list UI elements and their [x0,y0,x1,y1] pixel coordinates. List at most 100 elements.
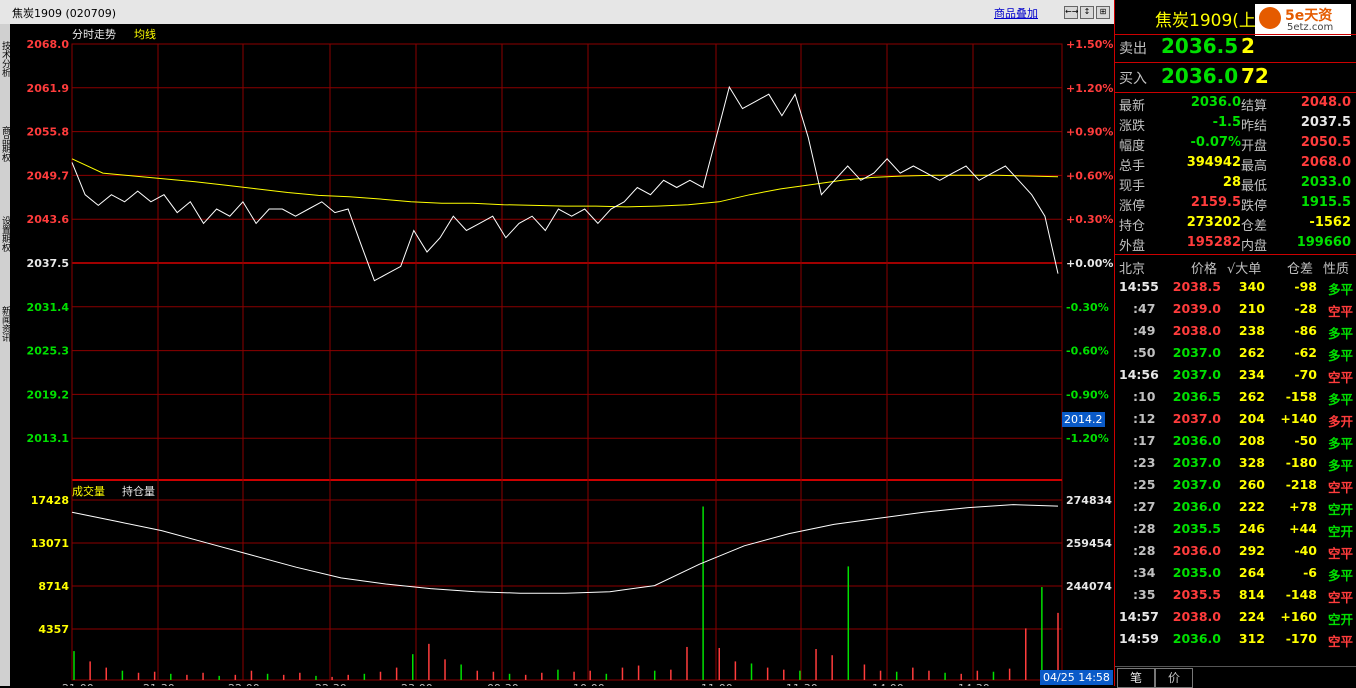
price-tick-label: 2013.1 [27,432,69,445]
stat-value: -0.07% [1190,135,1242,150]
tick-time: :23 [1133,455,1156,470]
time-tick-label: 10:00 [573,682,605,686]
price-tick-label: 2025.3 [27,345,69,358]
tick-price: 2037.0 [1172,477,1221,492]
stat-value: 2048.0 [1300,95,1351,110]
tick-row: 14:57 2038.0 224 +160 空开 [1115,606,1356,628]
tick-nature: 空平 [1327,370,1353,385]
tick-price: 2036.0 [1172,433,1221,448]
tick-oi-diff: +160 [1280,609,1317,624]
tab-news[interactable]: 新闻资讯 [0,284,10,364]
stat-row: 涨停 2159.5 跌停 1915.5 [1115,193,1356,214]
stat-label: 昨结 [1241,119,1268,134]
tick-volume: 814 [1238,587,1265,602]
quote-stats: 最新 2036.0 结算 2048.0 涨跌 -1.5 昨结 2037.5 幅度 -0.07% 开盘… [1115,93,1356,254]
stat-row: 持仓 273202 仓差 -1562 [1115,213,1356,234]
time-tick-label: 21:00 [62,682,94,686]
logo-icon [1259,7,1281,29]
tick-time: 14:57 [1119,609,1159,624]
volume-tick-label: 4357 [38,623,69,636]
time-tick-label: 22:30 [315,682,347,686]
tick-nature: 多平 [1327,436,1353,451]
tick-nature: 多平 [1327,568,1353,583]
tick-oi-diff: -98 [1294,279,1317,294]
time-tick-label: 21:30 [143,682,175,686]
sell-label: 卖出 [1119,41,1147,57]
layout-button[interactable]: ⊞ [1096,6,1110,19]
stat-label: 结算 [1241,99,1268,114]
tick-price: 2035.5 [1172,587,1221,602]
tick-price: 2036.0 [1172,499,1221,514]
volume-tick-label: 13071 [31,537,69,550]
tick-row: :49 2038.0 238 -86 多平 [1115,320,1356,342]
tick-price: 2037.0 [1172,367,1221,382]
buy-qty: 72 [1241,64,1269,88]
sell-price: 2036.5 [1161,34,1239,58]
tick-row: :12 2037.0 204 +140 多开 [1115,408,1356,430]
tick-nature: 空平 [1327,480,1353,495]
tick-nature: 多平 [1327,458,1353,473]
pct-tick-label: -1.20% [1066,432,1109,445]
overlay-link[interactable]: 商品叠加 [994,5,1038,21]
tick-oi-diff: +44 [1289,521,1317,536]
stat-label: 最新 [1119,99,1146,114]
time-tick-label: 09:30 [487,682,519,686]
tick-oi-diff: -86 [1294,323,1317,338]
tick-time: :12 [1133,411,1156,426]
time-tick-label: 11:30 [786,682,818,686]
tick-volume: 234 [1238,367,1265,382]
tick-price: 2037.0 [1172,411,1221,426]
tick-price: 2035.0 [1172,565,1221,580]
tick-time: :25 [1133,477,1156,492]
tick-time: :50 [1133,345,1156,360]
tick-oi-diff: -70 [1294,367,1317,382]
tick-price: 2038.0 [1172,323,1221,338]
stat-value: -1562 [1309,215,1351,230]
tab-commodity-options[interactable]: 商品期权 [0,104,10,184]
tick-row: :10 2036.5 262 -158 多平 [1115,386,1356,408]
tick-time: :28 [1133,521,1156,536]
tick-oi-diff: -218 [1285,477,1317,492]
quote-panel: 焦炭1909(上 5e天资 5etz.com 卖出 2036.5 2 买入 20… [1114,0,1356,688]
scale-button[interactable]: ↕ [1080,6,1094,19]
tick-time: 14:59 [1119,631,1159,646]
openint-tick-label: 274834 [1066,494,1112,507]
tick-row: 14:59 2036.0 312 -170 空平 [1115,628,1356,650]
volume-tick-label: 8714 [38,580,69,593]
tick-volume: 292 [1238,543,1265,558]
tick-oi-diff: -6 [1303,565,1317,580]
price-tick-label: 2031.4 [27,301,70,314]
tick-time: 14:55 [1119,279,1159,294]
pct-tick-label: +0.90% [1066,126,1113,139]
tick-oi-diff: +140 [1280,411,1317,426]
price-tick-label: 2055.8 [27,126,69,139]
tick-oi-diff: -50 [1294,433,1317,448]
tick-oi-diff: -170 [1285,631,1317,646]
tick-time: :28 [1133,543,1156,558]
stat-row: 总手 394942 最高 2068.0 [1115,153,1356,174]
tab-set-options[interactable]: 设置期权 [0,194,10,274]
stat-value: 2068.0 [1300,155,1351,170]
symbol-name: 焦炭1909(上 [1155,11,1256,31]
tick-row: 14:55 2038.5 340 -98 多平 [1115,276,1356,298]
openint-tick-label: 244074 [1066,580,1112,593]
tick-volume: 224 [1238,609,1265,624]
tab-technical-analysis[interactable]: 技术分析 [0,24,10,94]
tab-price[interactable]: 价 [1155,668,1193,688]
tick-nature: 空平 [1327,304,1353,319]
tick-nature: 多平 [1327,282,1353,297]
price-tick-label: 2068.0 [27,38,70,51]
stat-label: 内盘 [1241,239,1268,254]
tab-tick[interactable]: 笔 [1117,668,1155,688]
tick-time: :35 [1133,587,1156,602]
tick-volume: 204 [1238,411,1265,426]
stat-label: 现手 [1119,179,1146,194]
shift-button[interactable]: ←→ [1064,6,1078,19]
intraday-chart[interactable]: 2068.0 +1.50% 2061.9 +1.20% 2055.8 +0.90% 2049… [10,24,1114,686]
stat-value: 1915.5 [1300,195,1351,210]
tick-price: 2036.0 [1172,631,1221,646]
tick-nature: 空平 [1327,590,1353,605]
tick-row: :50 2037.0 262 -62 多平 [1115,342,1356,364]
stat-label: 跌停 [1241,199,1268,214]
tick-price: 2039.0 [1172,301,1221,316]
